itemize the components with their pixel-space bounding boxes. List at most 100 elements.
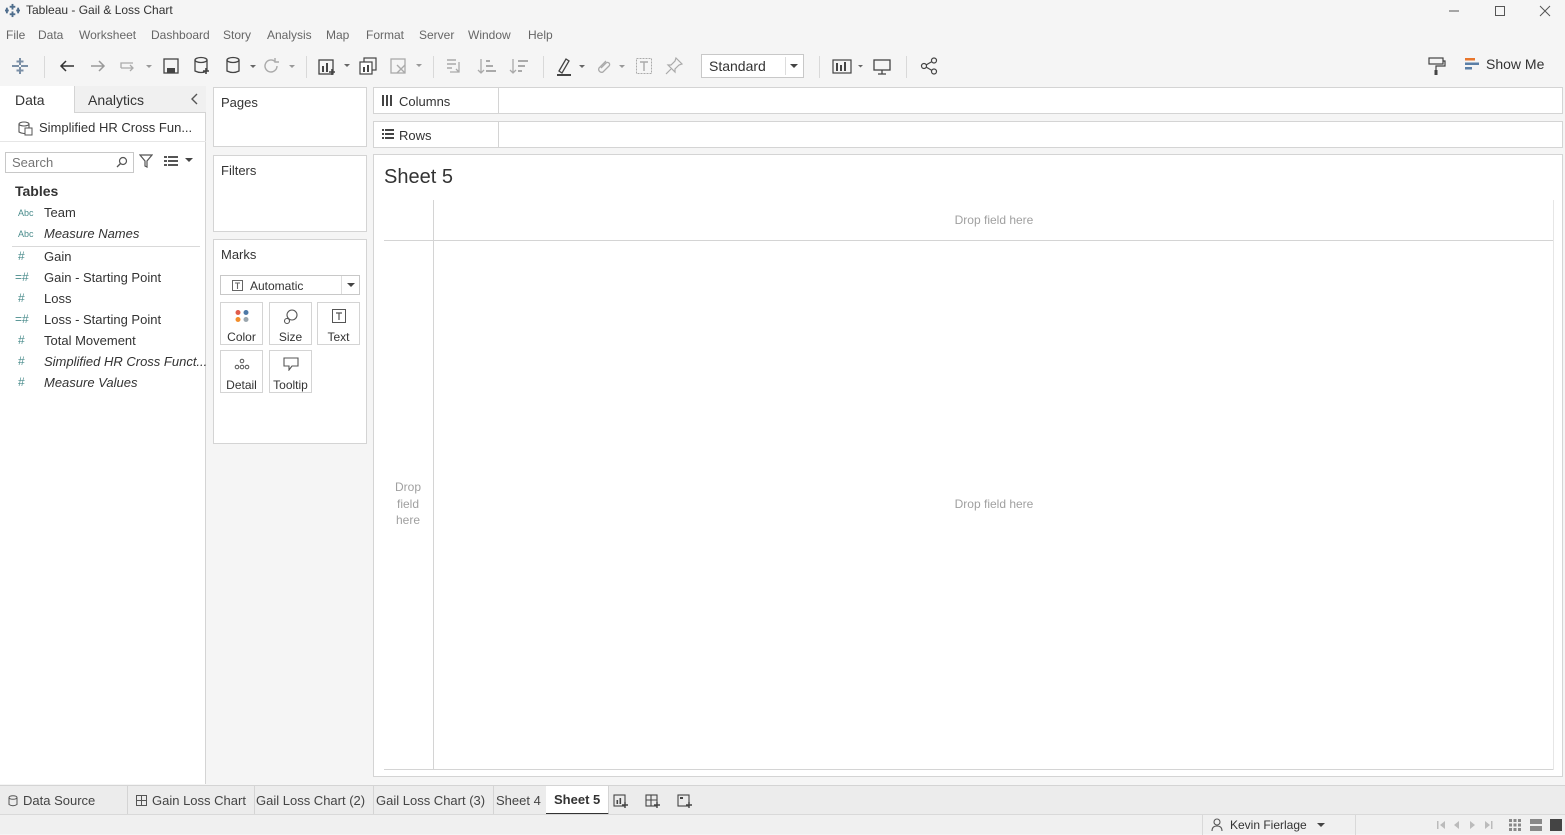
string-type-icon: Abc [18, 229, 34, 239]
filter-icon[interactable] [139, 154, 153, 168]
tab-analytics[interactable]: Analytics [74, 86, 206, 113]
tab-gail-loss-chart-3[interactable]: Gail Loss Chart (3) [368, 786, 495, 815]
show-sheet-sorter-icon[interactable] [1530, 819, 1542, 831]
show-tabs-icon[interactable] [1550, 819, 1562, 831]
tab-sheet-5[interactable]: Sheet 5 [546, 786, 610, 815]
share-icon [920, 57, 938, 75]
chevron-down-icon[interactable] [185, 158, 193, 163]
search-input[interactable] [6, 153, 111, 172]
tab-gail-loss-chart-2[interactable]: Gail Loss Chart (2) [248, 786, 375, 815]
field-team[interactable]: Abc Team [0, 203, 206, 224]
presentation-mode-button[interactable] [873, 56, 891, 76]
sort-descending-button[interactable] [509, 56, 529, 76]
field-gain[interactable]: # Gain [0, 247, 206, 268]
menu-data[interactable]: Data [38, 28, 63, 42]
new-story-tab-button[interactable] [669, 786, 701, 815]
status-bar: Kevin Fierlage [0, 814, 1565, 835]
close-button[interactable] [1522, 0, 1565, 22]
new-data-source-button[interactable] [193, 56, 211, 76]
tableau-home-button[interactable] [11, 56, 29, 76]
mark-type-select[interactable]: Automatic [220, 275, 360, 295]
drop-zone-columns[interactable]: Drop field here [434, 213, 1554, 227]
show-mark-labels-button[interactable] [635, 56, 653, 76]
menu-analysis[interactable]: Analysis [267, 28, 312, 42]
color-button[interactable]: Color [220, 302, 263, 345]
menu-story[interactable]: Story [223, 28, 251, 42]
clear-sheet-button[interactable] [390, 56, 424, 76]
minimize-button[interactable] [1431, 0, 1477, 22]
menu-worksheet[interactable]: Worksheet [79, 28, 136, 42]
sheet-navigation-icons[interactable] [1437, 820, 1497, 830]
save-button[interactable] [162, 56, 180, 76]
paperclip-icon [598, 60, 625, 73]
share-button[interactable] [920, 56, 938, 76]
data-source-item[interactable]: Simplified HR Cross Fun... [0, 114, 206, 142]
field-gain-starting-point[interactable]: =# Gain - Starting Point [0, 268, 206, 289]
detail-icon [234, 358, 249, 370]
rows-shelf-label: Rows [374, 122, 499, 147]
menu-window[interactable]: Window [468, 28, 511, 42]
field-loss-starting-point[interactable]: =# Loss - Starting Point [0, 310, 206, 331]
fix-axes-button[interactable] [665, 56, 683, 76]
show-me-label: Show Me [1486, 56, 1545, 72]
new-dashboard-tab-button[interactable] [637, 786, 669, 815]
pages-shelf[interactable]: Pages [213, 87, 367, 147]
new-worksheet-button[interactable] [317, 56, 353, 76]
replay-button[interactable] [119, 56, 153, 76]
redo-button[interactable] [89, 56, 107, 76]
undo-icon [59, 60, 74, 72]
rows-label: Rows [399, 128, 432, 143]
menu-dashboard[interactable]: Dashboard [151, 28, 210, 42]
tab-gain-loss-chart[interactable]: Gain Loss Chart [128, 786, 255, 815]
menu-file[interactable]: File [6, 28, 25, 42]
tab-data-source[interactable]: Data Source [0, 786, 128, 815]
tab-data[interactable]: Data [0, 86, 74, 113]
show-filmstrip-icon[interactable] [1509, 819, 1521, 831]
field-measure-values[interactable]: # Measure Values [0, 373, 206, 394]
pause-auto-updates-button[interactable] [224, 56, 262, 76]
refresh-button[interactable] [263, 56, 299, 76]
field-measure-names[interactable]: Abc Measure Names [0, 224, 206, 245]
menu-format[interactable]: Format [366, 28, 404, 42]
show-cards-button[interactable] [832, 56, 864, 76]
new-data-source-icon [194, 56, 209, 74]
drop-zone-view[interactable]: Drop field here [434, 497, 1554, 511]
sheet-tab-label: Gail Loss Chart (3) [376, 793, 486, 808]
columns-shelf[interactable]: Columns [373, 87, 1563, 114]
sheet-title[interactable]: Sheet 5 [384, 166, 453, 189]
undo-button[interactable] [58, 56, 76, 76]
view-list-icon[interactable] [164, 156, 178, 166]
maximize-button[interactable] [1477, 0, 1523, 22]
duplicate-sheet-button[interactable] [359, 56, 377, 76]
field-search [5, 152, 134, 173]
format-workbook-button[interactable] [1428, 56, 1446, 76]
group-members-button[interactable] [594, 56, 628, 76]
tab-sheet-4[interactable]: Sheet 4 [488, 786, 550, 815]
user-menu[interactable]: Kevin Fierlage [1202, 815, 1356, 835]
color-label: Color [227, 330, 256, 344]
field-loss[interactable]: # Loss [0, 289, 206, 310]
fit-select[interactable]: Standard [701, 54, 804, 78]
color-icon [235, 310, 248, 322]
menu-map[interactable]: Map [326, 28, 349, 42]
tooltip-button[interactable]: Tooltip [269, 350, 312, 393]
filters-shelf[interactable]: Filters [213, 155, 367, 232]
rows-shelf[interactable]: Rows [373, 121, 1563, 148]
view-canvas: Sheet 5 Drop field here Drop field here … [373, 154, 1563, 777]
collapse-pane-icon[interactable] [190, 92, 200, 106]
menu-help[interactable]: Help [528, 28, 553, 42]
sheet-tab-label: Sheet 4 [496, 793, 541, 808]
drop-zone-rows[interactable]: Drop field here [386, 479, 430, 529]
field-record-count[interactable]: # Simplified HR Cross Funct... [0, 352, 207, 373]
sort-ascending-button[interactable] [477, 56, 497, 76]
swap-rows-columns-button[interactable] [444, 56, 462, 76]
new-worksheet-tab-button[interactable] [605, 786, 637, 815]
menu-server[interactable]: Server [419, 28, 454, 42]
highlight-button[interactable] [555, 56, 589, 76]
show-me-button[interactable]: Show Me [1464, 56, 1544, 72]
field-total-movement[interactable]: # Total Movement [0, 331, 206, 352]
detail-button[interactable]: Detail [220, 350, 263, 393]
size-button[interactable]: Size [269, 302, 312, 345]
text-button[interactable]: Text [317, 302, 360, 345]
chevron-down-icon [341, 276, 359, 294]
